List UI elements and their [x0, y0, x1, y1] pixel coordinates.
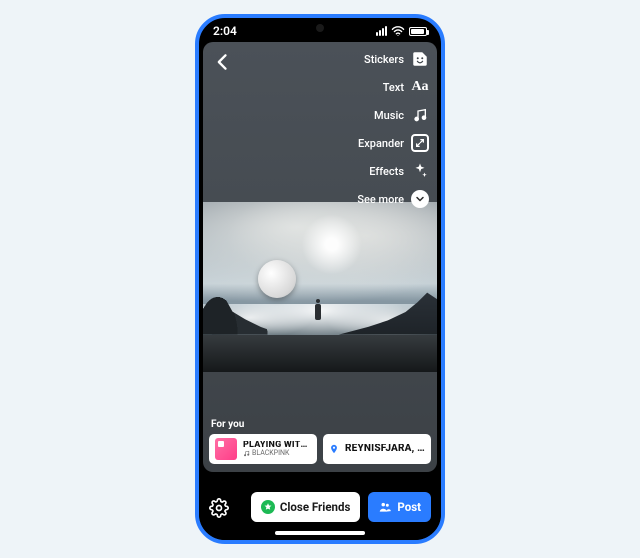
post-button[interactable]: Post	[368, 492, 431, 522]
effects-icon	[411, 162, 429, 180]
suggestion-music-chip[interactable]: PLAYING WITH FIRE BLACKPINK	[209, 434, 317, 464]
wifi-icon	[391, 26, 405, 36]
tool-label: Expander	[358, 137, 404, 150]
tool-label: Music	[374, 109, 404, 122]
text-icon: Aa	[411, 78, 429, 96]
close-friends-button[interactable]: Close Friends	[251, 492, 361, 522]
tool-label: Text	[383, 81, 404, 94]
tool-label: See more	[357, 193, 404, 206]
stickers-icon	[411, 50, 429, 68]
status-time: 2:04	[213, 24, 237, 38]
suggestion-location-chip[interactable]: REYNISFJARA, ICELAND	[323, 434, 431, 464]
music-thumbnail	[215, 438, 237, 460]
chevron-down-icon	[411, 190, 429, 208]
music-icon	[411, 106, 429, 124]
tool-label: Effects	[369, 165, 404, 178]
lens-overlay[interactable]	[258, 260, 296, 298]
signal-icon	[376, 26, 387, 36]
tool-menu: Stickers Text Aa Music	[357, 50, 429, 208]
tool-see-more[interactable]: See more	[357, 190, 429, 208]
settings-button[interactable]	[209, 498, 229, 518]
for-you-section: For you PLAYING WITH FIRE BLACKPINK	[203, 419, 437, 464]
expander-icon	[411, 134, 429, 152]
post-label: Post	[397, 500, 421, 514]
camera-notch	[316, 24, 324, 32]
back-button[interactable]	[213, 52, 233, 72]
home-indicator[interactable]	[275, 531, 365, 535]
phone-frame: 2:04 Stickers	[195, 14, 445, 544]
location-pin-icon	[329, 444, 339, 454]
story-canvas[interactable]	[203, 202, 437, 372]
person-figure	[315, 304, 321, 320]
audience-icon	[378, 500, 392, 514]
story-editor: Stickers Text Aa Music	[203, 42, 437, 472]
tool-music[interactable]: Music	[357, 106, 429, 124]
tool-text[interactable]: Text Aa	[357, 78, 429, 96]
battery-icon	[409, 27, 427, 36]
tool-expander[interactable]: Expander	[357, 134, 429, 152]
for-you-heading: For you	[211, 419, 431, 430]
music-artist: BLACKPINK	[252, 450, 289, 457]
tool-effects[interactable]: Effects	[357, 162, 429, 180]
tool-label: Stickers	[364, 53, 404, 66]
location-title: REYNISFJARA, ICELAND	[345, 444, 425, 455]
close-friends-label: Close Friends	[280, 500, 351, 514]
tool-stickers[interactable]: Stickers	[357, 50, 429, 68]
close-friends-icon	[261, 500, 275, 514]
